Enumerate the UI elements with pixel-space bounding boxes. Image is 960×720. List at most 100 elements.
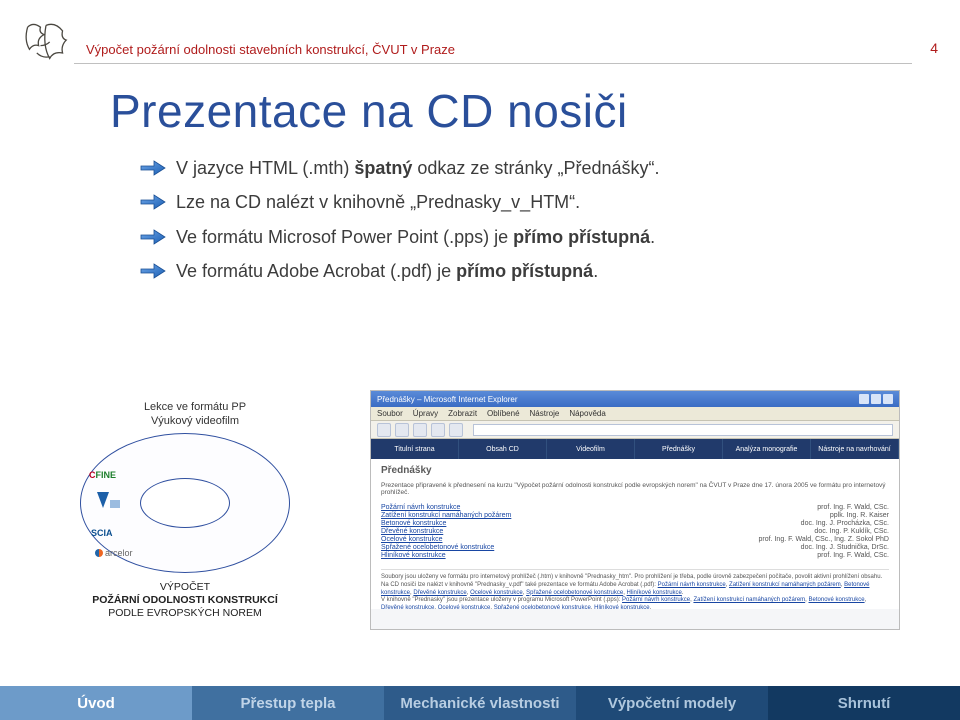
window-buttons [859,394,893,404]
oval-label-video: Výukový videofilm [125,414,265,428]
nav-item: Obsah CD [459,439,547,459]
menu-item: Oblíbené [487,409,519,418]
refresh-icon [431,423,445,437]
page-body: Přednášky Prezentace připravené k předne… [371,459,899,609]
oval-top-labels: Lekce ve formátu PP Výukový videofilm [125,400,265,429]
nav-item: Nástroje na navrhování [811,439,899,459]
inline-link: Zatížení konstrukcí namáhaných požárem [693,597,805,603]
nav-item: Videofilm [547,439,635,459]
footnote-line: Na CD nosiči lze nalézt v knihovně "Pred… [381,582,889,598]
bullet-item: Ve formátu Adobe Acrobat (.pdf) je přímo… [140,259,880,283]
lecture-link: Hliníkové konstrukce [381,552,446,559]
footer-tabs: Úvod Přestup tepla Mechanické vlastnosti… [0,686,960,720]
footer-tab-mech[interactable]: Mechanické vlastnosti [384,686,576,720]
lecture-link: Dřevěné konstrukce [381,528,443,535]
lecture-author: prof. Ing. F. Wald, CSc., Ing. Z. Sokol … [759,536,889,543]
brand-scia-logo: SCIA [91,528,113,538]
brand-tno-logo [95,490,123,510]
browser-menubar: Soubor Úpravy Zobrazit Oblíbené Nástroje… [371,407,899,421]
inline-link: Zatížení konstrukcí namáhaných požárem [729,582,841,588]
footnote-line: Soubory jsou uloženy ve formátu pro inte… [381,574,889,582]
arrow-icon [140,193,166,211]
lecture-link: Požární návrh konstrukce [381,504,460,511]
bullet-text: V jazyce HTML (.mth) špatný odkaz ze str… [176,156,660,180]
lecture-row: Hliníkové konstrukce prof. Ing. F. Wald, … [381,552,889,559]
menu-item: Úpravy [413,409,438,418]
inline-link: Ocelové konstrukce [438,605,491,609]
back-icon [377,423,391,437]
footer-tab-uvod[interactable]: Úvod [0,686,192,720]
home-icon [449,423,463,437]
lecture-row: Zatížení konstrukcí namáhaných požárem pp… [381,512,889,519]
inline-link: Dřevěné konstrukce [381,605,434,609]
nav-item: Titulní strana [371,439,459,459]
menu-item: Nástroje [530,409,560,418]
bullet-item: Lze na CD nalézt v knihovně „Prednasky_v… [140,190,880,214]
inline-link: Spřažené ocelobetonové konstrukce [526,590,623,596]
lecture-row: Spřažené ocelobetonové konstrukce doc. In… [381,544,889,551]
oval-caption: VÝPOČET POŽÁRNÍ ODOLNOSTI KONSTRUKCÍ POD… [80,581,290,620]
menu-item: Zobrazit [448,409,477,418]
inline-link: Požární návrh konstrukce [622,597,690,603]
cd-oval-diagram: Lekce ve formátu PP Výukový videofilm CF… [80,400,310,620]
page-footnote: Soubory jsou uloženy ve formátu pro inte… [381,569,889,609]
forward-icon [395,423,409,437]
menu-item: Soubor [377,409,403,418]
stop-icon [413,423,427,437]
menu-item: Nápověda [569,409,605,418]
lecture-author: doc. Ing. P. Kuklík, CSc. [814,528,889,535]
brand-fine-logo: CFINE [89,470,116,480]
oval-inner [140,478,230,528]
nav-item: Přednášky [635,439,723,459]
footer-tab-modely[interactable]: Výpočetní modely [576,686,768,720]
lecture-author: prof. Ing. F. Wald, CSc. [817,504,889,511]
window-title: Přednášky – Microsoft Internet Explorer [377,395,518,404]
site-navbar: Titulní strana Obsah CD Videofilm Předná… [371,439,899,459]
lecture-row: Ocelové konstrukce prof. Ing. F. Wald, CS… [381,536,889,543]
minimize-icon [859,394,869,404]
bullet-text: Ve formátu Microsof Power Point (.pps) j… [176,225,655,249]
page-description: Prezentace připravené k přednesení na ku… [381,482,889,496]
footer-tab-prestup[interactable]: Přestup tepla [192,686,384,720]
oval-label-lekce: Lekce ve formátu PP [125,400,265,414]
lecture-link: Zatížení konstrukcí namáhaných požárem [381,512,511,519]
lecture-row: Betonové konstrukcedoc. Ing. J. Procházk… [381,520,889,527]
inline-link: Hliníkové konstrukce [627,590,682,596]
address-bar [473,424,893,436]
slide-title: Prezentace na CD nosiči [0,54,960,156]
lecture-row: Dřevěné konstrukce doc. Ing. P. Kuklík, C… [381,528,889,535]
inline-link: Betonové konstrukce [809,597,865,603]
inline-link: Ocelové konstrukce [470,590,523,596]
inline-link: Dřevěné konstrukce [413,590,466,596]
caption-line: POŽÁRNÍ ODOLNOSTI KONSTRUKCÍ [80,594,290,607]
inline-link: Požární návrh konstrukce [658,582,726,588]
arcelor-dot-icon [95,549,103,557]
caption-line: PODLE EVROPSKÝCH NOREM [80,607,290,620]
arrow-icon [140,159,166,177]
brand-arcelor-logo: arcelor [95,548,133,558]
footer-tab-shrnuti[interactable]: Shrnutí [768,686,960,720]
inline-link: Hliníkové konstrukce [594,605,649,609]
inline-link: Spřažené ocelobetonové konstrukce [494,605,591,609]
arrow-icon [140,262,166,280]
lecture-author: doc. Ing. J. Studnička, DrSc. [801,544,889,551]
lecture-row: Požární návrh konstrukce prof. Ing. F. Wa… [381,504,889,511]
close-icon [883,394,893,404]
lecture-link: Ocelové konstrukce [381,536,442,543]
caption-line: VÝPOČET [80,581,290,594]
window-titlebar: Přednášky – Microsoft Internet Explorer [371,391,899,407]
lecture-author: doc. Ing. J. Procházka, CSc. [801,520,889,527]
bullet-item: Ve formátu Microsof Power Point (.pps) j… [140,225,880,249]
oval-outer: CFINE SCIA arcelor [80,433,290,573]
cvut-lion-logo [18,18,74,64]
lecture-author: prof. Ing. F. Wald, CSc. [817,552,889,559]
browser-toolbar [371,421,899,439]
lower-content: Lekce ve formátu PP Výukový videofilm CF… [80,390,880,640]
bullet-item: V jazyce HTML (.mth) špatný odkaz ze str… [140,156,880,180]
lecture-link: Spřažené ocelobetonové konstrukce [381,544,494,551]
bullet-list: V jazyce HTML (.mth) špatný odkaz ze str… [0,156,960,283]
lecture-author: pplk. Ing. R. Kaiser [830,512,889,519]
bullet-text: Ve formátu Adobe Acrobat (.pdf) je přímo… [176,259,598,283]
nav-item: Analýza monografie [723,439,811,459]
bullet-text: Lze na CD nalézt v knihovně „Prednasky_v… [176,190,580,214]
